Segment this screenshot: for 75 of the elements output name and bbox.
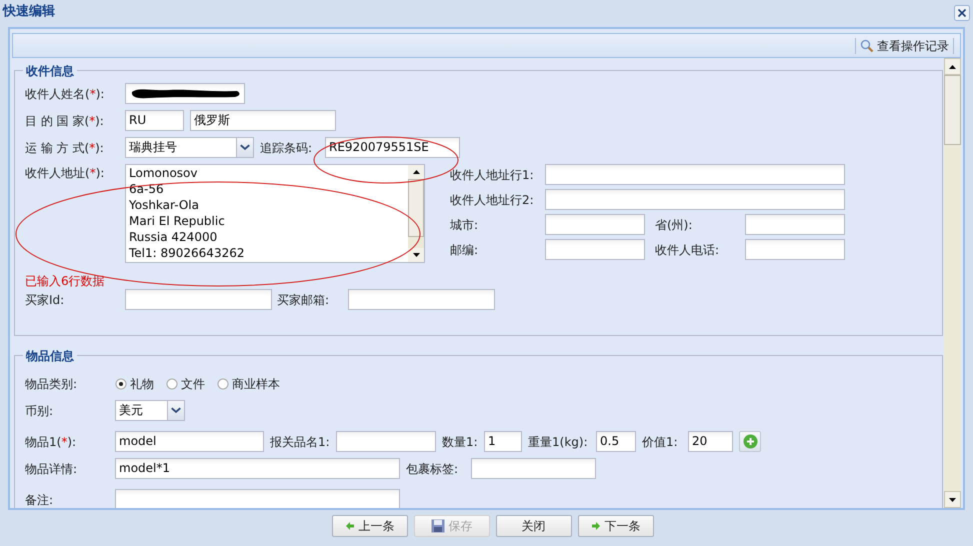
- down-arrow-icon: [412, 253, 420, 257]
- up-arrow-icon: [412, 170, 420, 174]
- scrollbar-thumb[interactable]: [408, 179, 424, 237]
- text-input[interactable]: [545, 214, 645, 235]
- field-label: 目 的 国 家(*):: [25, 112, 105, 130]
- footer-button[interactable]: 下一条: [578, 515, 654, 537]
- tracking-number-input[interactable]: RE920079551SE: [325, 137, 460, 158]
- up-arrow-icon: [949, 64, 956, 68]
- radio-option[interactable]: 礼物: [115, 375, 154, 393]
- radio-button[interactable]: [166, 378, 178, 390]
- field-label: 收件人地址行2:: [450, 192, 535, 208]
- radio-button[interactable]: [217, 378, 229, 390]
- name-input[interactable]: [125, 83, 245, 104]
- footer-button[interactable]: 关闭: [496, 515, 572, 537]
- plus-icon: [742, 434, 758, 449]
- buyer-id-input[interactable]: [125, 289, 272, 310]
- section-legend: 收件信息: [23, 62, 77, 80]
- field-label: 报关品名1:: [269, 434, 331, 450]
- weight-input[interactable]: 0.5: [596, 431, 636, 452]
- remark-input[interactable]: [115, 489, 400, 508]
- field-label: 包裹标签:: [405, 460, 460, 478]
- field-label: 价值1:: [641, 434, 679, 450]
- address-line-input[interactable]: [545, 164, 845, 185]
- field-label: 省(州):: [654, 216, 694, 234]
- line-count-note: 已输入6行数据: [25, 273, 106, 289]
- down-arrow-icon: [949, 498, 956, 502]
- field-label: 城市:: [450, 216, 480, 234]
- field-label: 收件人地址行1:: [450, 166, 535, 184]
- field-label: 买家Id:: [25, 292, 66, 308]
- price-input[interactable]: 20: [688, 431, 733, 452]
- text-input[interactable]: [545, 239, 645, 260]
- right-arrow-icon: [590, 521, 600, 531]
- section-legend: 物品信息: [23, 347, 77, 365]
- text-input[interactable]: [745, 214, 845, 235]
- radio-option[interactable]: 文件: [166, 375, 205, 393]
- country-name-input[interactable]: 俄罗斯: [190, 110, 336, 131]
- field-label: 物品类别:: [25, 376, 78, 393]
- history-button[interactable]: 查看操作记录: [860, 36, 949, 54]
- address-text: Lomonosov 6a-56 Yoshkar-Ola Mari El Republic Russia 424000 Tel1: 89026643262: [128, 165, 246, 261]
- radio-button[interactable]: [115, 378, 127, 390]
- customs-name-input[interactable]: [336, 431, 436, 452]
- close-icon[interactable]: [954, 5, 970, 21]
- field-label: 备注:: [25, 492, 54, 508]
- address-textarea[interactable]: Lomonosov 6a-56 Yoshkar-Ola Mari El Republic Russia 424000 Tel1: 89026643262: [125, 164, 425, 263]
- dropdown-caret-icon: [236, 138, 253, 157]
- item-name-input[interactable]: model: [115, 431, 264, 452]
- package-tag-input[interactable]: [471, 458, 596, 479]
- field-label: 重量1(kg):: [527, 434, 589, 450]
- add-button[interactable]: [739, 431, 761, 452]
- footer-button[interactable]: 上一条: [332, 515, 408, 537]
- currency-select[interactable]: 美元: [115, 400, 185, 421]
- field-label: 收件人地址(*):: [25, 165, 106, 182]
- field-label: 物品详情:: [25, 460, 78, 478]
- shipping-method-select[interactable]: 瑞典挂号: [125, 137, 254, 158]
- quantity-input[interactable]: 1: [484, 431, 522, 452]
- item-details-input[interactable]: model*1: [115, 458, 400, 479]
- buyer-email-input[interactable]: [348, 289, 495, 310]
- field-label: 追踪条码:: [259, 140, 314, 156]
- field-label: 数量1:: [441, 434, 479, 450]
- field-label: 币别:: [25, 402, 54, 420]
- search-icon: [860, 38, 874, 52]
- field-label: 买家邮箱:: [276, 292, 330, 308]
- window-title: 快速编辑: [3, 2, 55, 22]
- text-input[interactable]: [745, 239, 845, 260]
- dropdown-caret-icon: [167, 401, 184, 420]
- scrollbar-thumb[interactable]: [944, 75, 961, 145]
- address-line-input[interactable]: [545, 189, 845, 210]
- radio-option[interactable]: 商业样本: [217, 375, 280, 393]
- left-arrow-icon: [344, 521, 354, 531]
- field-label: 收件人电话:: [654, 242, 720, 258]
- country-code-input[interactable]: RU: [125, 110, 184, 131]
- field-label: 收件人姓名(*):: [25, 86, 106, 102]
- field-label: 运 输 方 式(*):: [25, 140, 105, 156]
- field-label: 邮编:: [450, 242, 480, 258]
- field-label: 物品1(*):: [25, 434, 78, 450]
